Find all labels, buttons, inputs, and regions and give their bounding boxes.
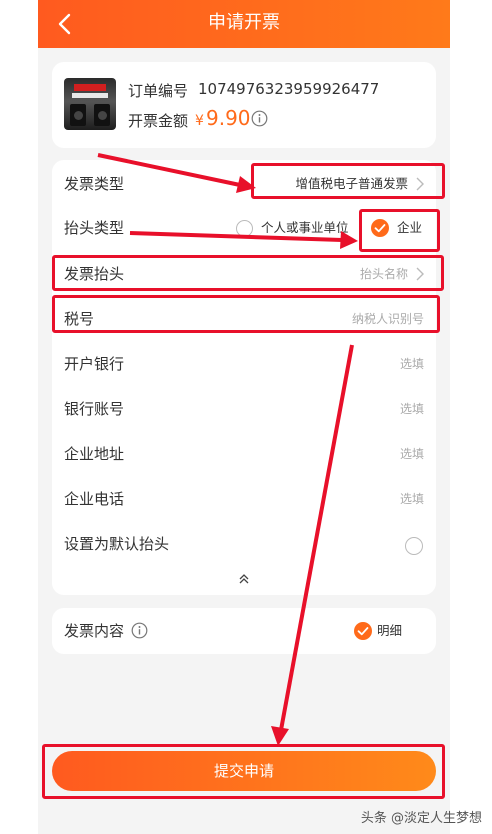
invoice-content-card: 发票内容 明细: [52, 608, 436, 654]
phone-input[interactable]: 选填: [400, 477, 424, 521]
default-header-checkbox[interactable]: [405, 537, 423, 555]
tax-number-input[interactable]: 纳税人识别号: [352, 297, 424, 341]
default-header-row: 设置为默认抬头: [52, 522, 436, 566]
invoice-form-card: 发票类型 增值税电子普通发票 抬头类型 个人或事业单位 企业 发票抬头 抬头名称…: [52, 160, 436, 595]
radio-enterprise[interactable]: [371, 219, 389, 237]
checkmark-icon: [374, 224, 386, 233]
info-icon[interactable]: [131, 622, 148, 639]
invoice-content-label: 发票内容: [64, 622, 125, 640]
address-label: 企业地址: [64, 445, 125, 463]
bank-label: 开户银行: [64, 355, 125, 373]
invoice-type-row[interactable]: 发票类型 增值税电子普通发票: [52, 162, 436, 206]
invoice-header-label: 发票抬头: [64, 265, 125, 283]
top-bar: 申请开票: [38, 0, 450, 48]
watermark: 头条 @淡定人生梦想: [360, 811, 482, 826]
account-input[interactable]: 选填: [400, 387, 424, 431]
radio-personal-label[interactable]: 个人或事业单位: [261, 206, 349, 250]
amount-value: 9.90: [206, 106, 251, 130]
phone-label: 企业电话: [64, 490, 125, 508]
address-input[interactable]: 选填: [400, 432, 424, 476]
tax-number-row[interactable]: 税号 纳税人识别号: [52, 297, 436, 341]
invoice-header-row[interactable]: 发票抬头 抬头名称: [52, 252, 436, 296]
collapse-chevron-icon[interactable]: [238, 573, 250, 585]
phone-row[interactable]: 企业电话 选填: [52, 477, 436, 521]
chevron-right-icon: [416, 177, 424, 191]
content-detail-checkbox[interactable]: [354, 622, 372, 640]
bank-input[interactable]: 选填: [400, 342, 424, 386]
radio-enterprise-label[interactable]: 企业: [397, 206, 422, 250]
invoice-header-input[interactable]: 抬头名称: [360, 252, 408, 296]
info-icon[interactable]: [251, 110, 268, 127]
bank-row[interactable]: 开户银行 选填: [52, 342, 436, 386]
product-thumbnail: [64, 78, 116, 130]
submit-button[interactable]: 提交申请: [52, 751, 436, 791]
amount-label: 开票金额: [128, 112, 189, 130]
header-type-label: 抬头类型: [64, 219, 125, 237]
radio-personal[interactable]: [236, 220, 253, 237]
header-type-row: 抬头类型 个人或事业单位 企业: [52, 206, 436, 250]
order-number-value: 1074976323959926477: [198, 80, 380, 98]
order-number-label: 订单编号: [128, 82, 189, 100]
address-row[interactable]: 企业地址 选填: [52, 432, 436, 476]
account-row[interactable]: 银行账号 选填: [52, 387, 436, 431]
account-label: 银行账号: [64, 400, 125, 418]
invoice-type-label: 发票类型: [64, 175, 125, 193]
chevron-right-icon: [416, 267, 424, 281]
page-title: 申请开票: [208, 12, 280, 33]
tax-number-label: 税号: [64, 310, 95, 328]
invoice-type-value: 增值税电子普通发票: [295, 176, 408, 191]
default-header-label: 设置为默认抬头: [64, 535, 170, 553]
checkmark-icon: [357, 627, 369, 636]
order-card: 订单编号 1074976323959926477 开票金额 ¥ 9.90: [52, 62, 436, 148]
currency-symbol: ¥: [195, 113, 204, 129]
invoice-app: 申请开票 订单编号 1074976323959926477 开票金额 ¥ 9.9…: [38, 0, 450, 834]
content-detail-label[interactable]: 明细: [377, 608, 402, 654]
